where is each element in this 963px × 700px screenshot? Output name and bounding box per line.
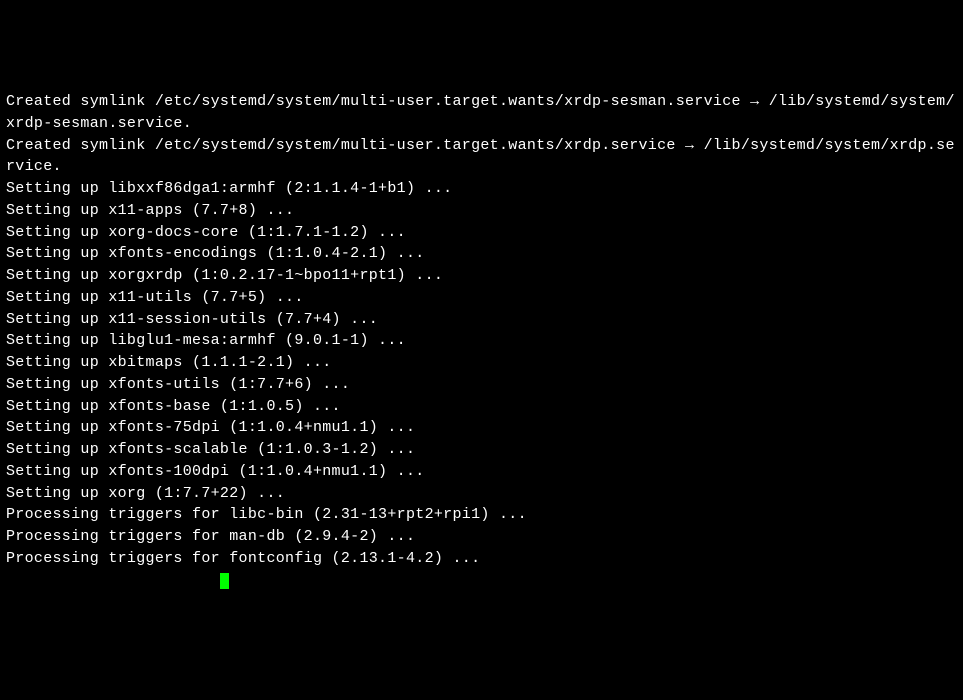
output-line: Setting up xbitmaps (1.1.1-2.1) ... <box>6 352 957 374</box>
output-line: Setting up xfonts-scalable (1:1.0.3-1.2)… <box>6 439 957 461</box>
prompt-text <box>6 572 220 589</box>
output-line: Setting up x11-apps (7.7+8) ... <box>6 200 957 222</box>
output-line: Processing triggers for libc-bin (2.31-1… <box>6 504 957 526</box>
output-line: Created symlink /etc/systemd/system/mult… <box>6 91 957 135</box>
prompt-line[interactable] <box>6 570 957 592</box>
output-line: Setting up xfonts-100dpi (1:1.0.4+nmu1.1… <box>6 461 957 483</box>
cursor-icon <box>220 573 229 589</box>
output-line: Setting up x11-session-utils (7.7+4) ... <box>6 309 957 331</box>
output-line: Setting up xorgxrdp (1:0.2.17-1~bpo11+rp… <box>6 265 957 287</box>
output-line: Setting up libxxf86dga1:armhf (2:1.1.4-1… <box>6 178 957 200</box>
output-line: Processing triggers for fontconfig (2.13… <box>6 548 957 570</box>
terminal-output[interactable]: Created symlink /etc/systemd/system/mult… <box>6 91 957 591</box>
output-line: Setting up x11-utils (7.7+5) ... <box>6 287 957 309</box>
output-line: Setting up xfonts-75dpi (1:1.0.4+nmu1.1)… <box>6 417 957 439</box>
output-line: Processing triggers for man-db (2.9.4-2)… <box>6 526 957 548</box>
output-line: Setting up xfonts-base (1:1.0.5) ... <box>6 396 957 418</box>
output-line: Setting up xfonts-encodings (1:1.0.4-2.1… <box>6 243 957 265</box>
output-line: Setting up xorg-docs-core (1:1.7.1-1.2) … <box>6 222 957 244</box>
output-line: Created symlink /etc/systemd/system/mult… <box>6 135 957 179</box>
output-line: Setting up libglu1-mesa:armhf (9.0.1-1) … <box>6 330 957 352</box>
output-line: Setting up xfonts-utils (1:7.7+6) ... <box>6 374 957 396</box>
